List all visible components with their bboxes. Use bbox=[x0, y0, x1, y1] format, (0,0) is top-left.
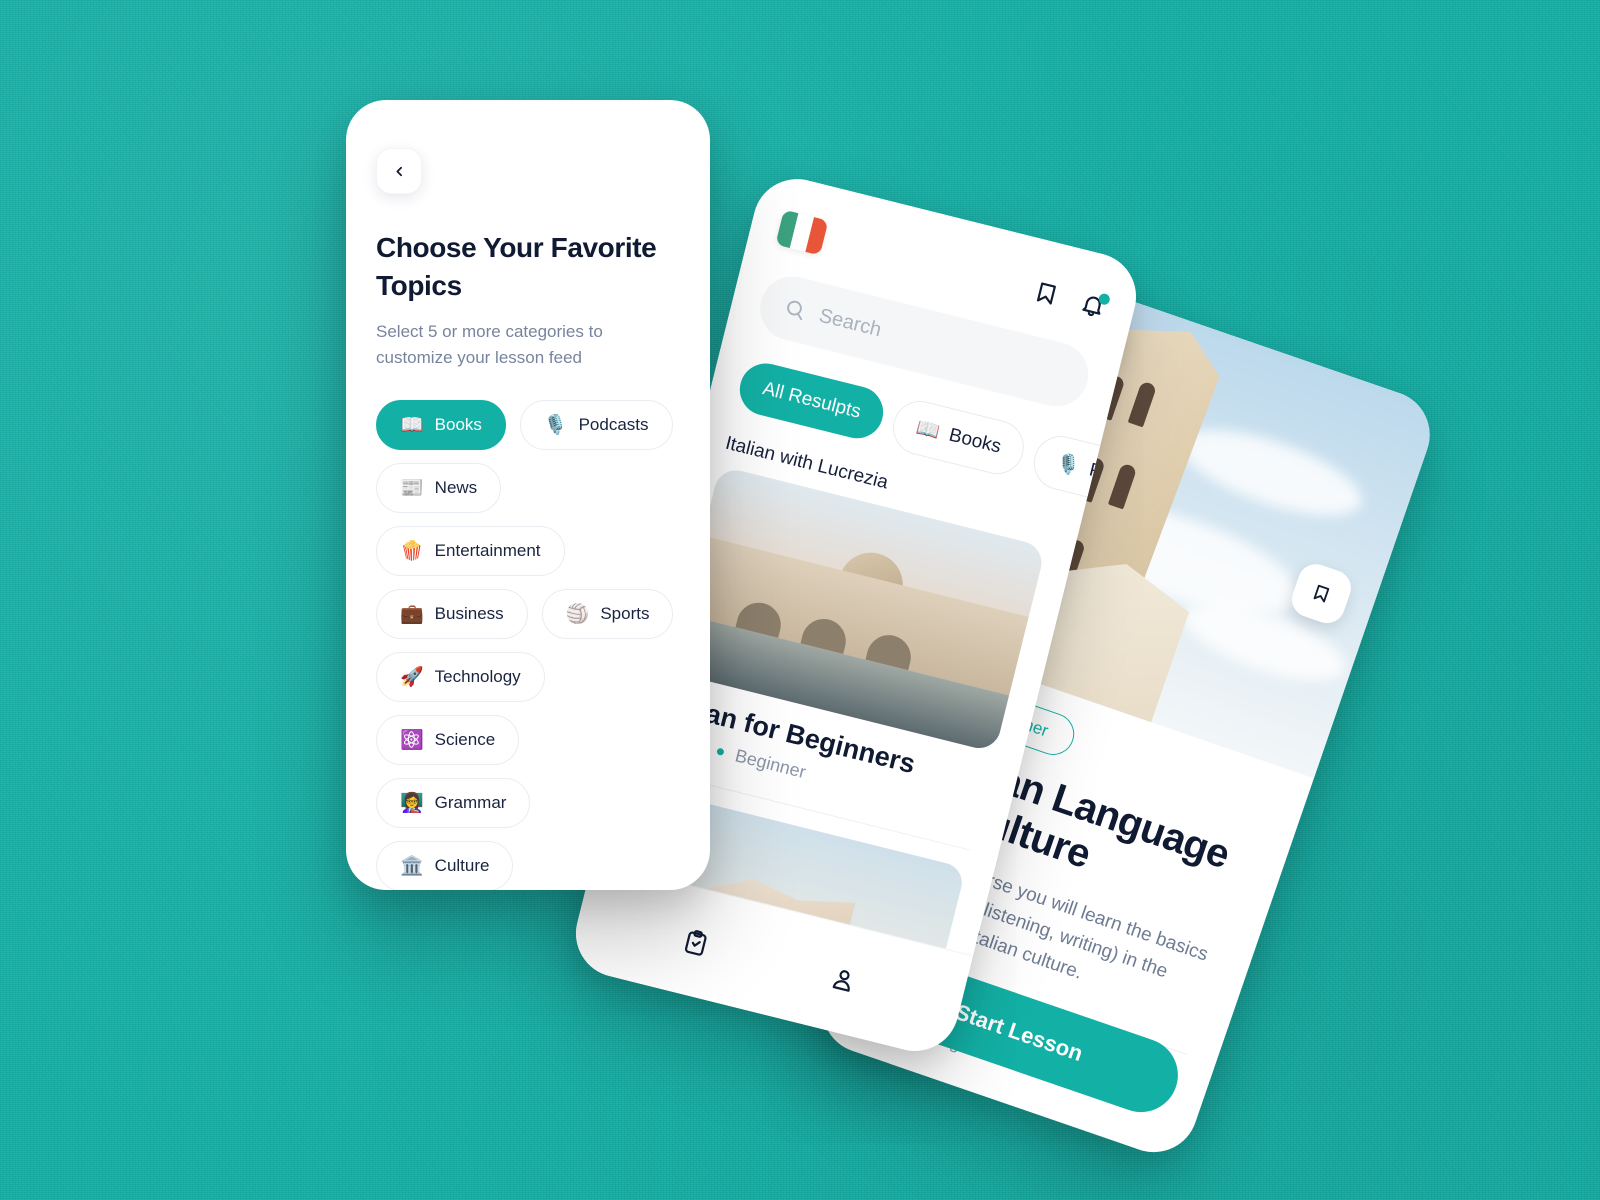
feed-notifications-button[interactable] bbox=[1077, 289, 1111, 321]
topic-chip-label: Grammar bbox=[434, 793, 507, 813]
topic-chip-label: Entertainment bbox=[434, 541, 541, 561]
filter-chip-all-results[interactable]: All Resulpts bbox=[734, 357, 889, 444]
open-book-icon: 📖 bbox=[400, 414, 424, 436]
page-subtitle: Select 5 or more categories to customize… bbox=[376, 322, 603, 367]
open-book-icon: 📖 bbox=[913, 417, 942, 444]
topic-chip-label: Podcasts bbox=[578, 415, 649, 435]
search-input-placeholder[interactable]: Search bbox=[817, 304, 884, 342]
topic-chip-label: Culture bbox=[434, 856, 490, 876]
search-icon bbox=[787, 300, 803, 321]
clipboard-check-icon bbox=[685, 929, 707, 956]
nav-item-lessons[interactable] bbox=[679, 926, 713, 960]
bookmark-icon bbox=[1036, 282, 1056, 305]
topics-back-button[interactable] bbox=[376, 148, 422, 194]
topics-content: Choose Your Favorite Topics Select 5 or … bbox=[346, 100, 710, 890]
volleyball-icon: 🏐 bbox=[565, 603, 590, 625]
teacher-icon: 👩‍🏫 bbox=[400, 792, 424, 814]
topic-chip-business[interactable]: 💼 Business bbox=[376, 589, 528, 640]
nav-item-profile[interactable] bbox=[827, 962, 861, 996]
topic-chip-label: Science bbox=[434, 730, 496, 750]
topic-chip-entertainment[interactable]: 🍿 Entertainment bbox=[376, 526, 565, 577]
topic-chip-books[interactable]: 📖 Books bbox=[376, 400, 506, 451]
phone-mockup-stage: Beginner Italian Language & Culture In t… bbox=[0, 0, 1600, 1200]
classical-building-icon: 🏛️ bbox=[400, 855, 424, 877]
phone-topics-screen: Choose Your Favorite Topics Select 5 or … bbox=[346, 100, 710, 890]
briefcase-icon: 💼 bbox=[400, 603, 424, 625]
filter-chip-label: All Resulpts bbox=[760, 378, 863, 423]
topic-chip-culture[interactable]: 🏛️ Culture bbox=[376, 841, 514, 890]
page-title: Choose Your Favorite Topics bbox=[376, 232, 657, 302]
topic-chip-grammar[interactable]: 👩‍🏫 Grammar bbox=[376, 778, 531, 829]
microphone-icon: 🎙️ bbox=[1054, 452, 1083, 479]
topic-chip-news[interactable]: 📰 News bbox=[376, 463, 502, 514]
atom-icon: ⚛️ bbox=[400, 729, 424, 751]
person-icon bbox=[832, 969, 850, 992]
topic-chip-label: Business bbox=[434, 604, 504, 624]
chevron-left-icon bbox=[395, 166, 402, 176]
detail-bookmark-button[interactable] bbox=[1287, 559, 1356, 628]
bookmark-icon bbox=[1313, 584, 1330, 603]
separator-dot bbox=[716, 747, 725, 757]
microphone-icon: 🎙️ bbox=[543, 414, 568, 436]
newspaper-icon: 📰 bbox=[400, 477, 424, 499]
topic-chip-technology[interactable]: 🚀 Technology bbox=[376, 652, 545, 703]
topic-chip-label: Sports bbox=[600, 604, 650, 624]
filter-chip-label: Books bbox=[946, 424, 1004, 458]
popcorn-icon: 🍿 bbox=[400, 540, 424, 562]
feed-header-actions bbox=[1031, 278, 1111, 321]
topic-chip-sports[interactable]: 🏐 Sports bbox=[541, 589, 674, 640]
topic-chip-label: News bbox=[434, 478, 478, 498]
topics-chip-grid: 📖 Books 🎙️ Podcasts 📰 News 🍿 Entertainme… bbox=[376, 400, 680, 890]
topic-chip-podcasts[interactable]: 🎙️ Podcasts bbox=[519, 400, 673, 451]
feed-bookmark-button[interactable] bbox=[1031, 278, 1063, 310]
topic-chip-label: Books bbox=[434, 415, 482, 435]
filter-chip-books[interactable]: 📖 Books bbox=[887, 395, 1030, 480]
topic-chip-science[interactable]: ⚛️ Science bbox=[376, 715, 520, 766]
topic-chip-label: Technology bbox=[434, 667, 521, 687]
rocket-icon: 🚀 bbox=[400, 666, 424, 688]
italy-flag-icon bbox=[775, 209, 829, 256]
